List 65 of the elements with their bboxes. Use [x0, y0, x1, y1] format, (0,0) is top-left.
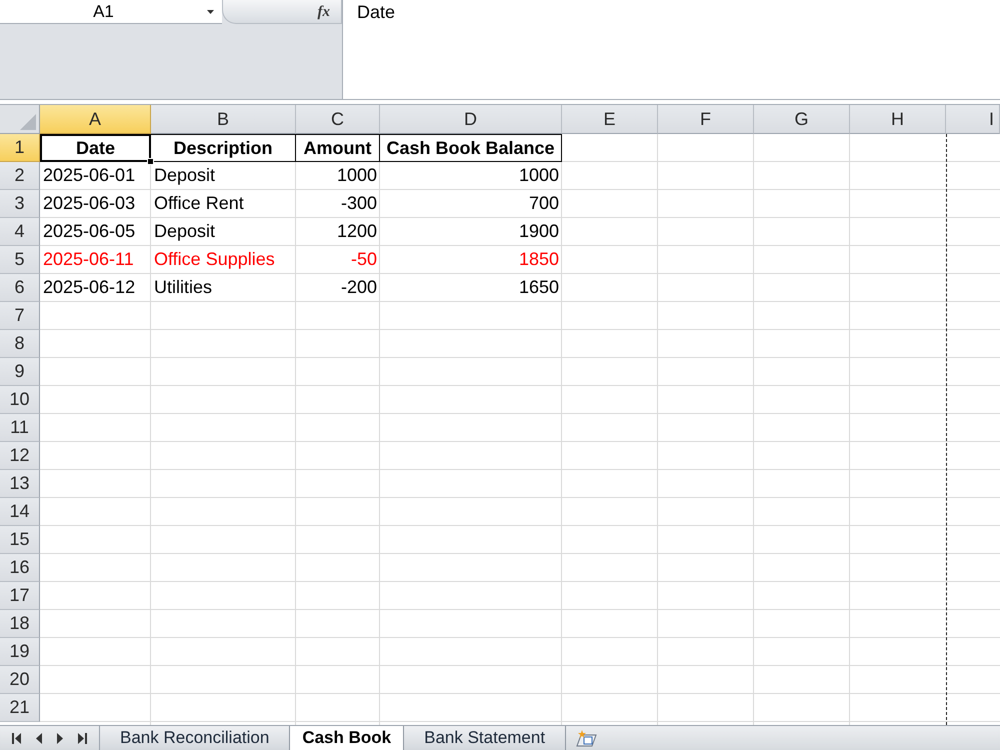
table-cell-text: 1900 [518, 220, 560, 243]
table-cell-text: -300 [340, 192, 378, 215]
column-header[interactable]: I [946, 105, 1000, 134]
column-header[interactable]: B [151, 105, 296, 134]
row-header[interactable]: 9 [0, 358, 40, 386]
row-header[interactable]: 3 [0, 190, 40, 218]
bar-triangle-left-icon[interactable] [12, 732, 21, 744]
table-cell-text: 700 [528, 192, 560, 215]
column-header[interactable]: C [296, 105, 380, 134]
row-header[interactable]: 4 [0, 218, 40, 246]
name-box-field[interactable]: A1 [0, 0, 222, 24]
table-cell-text: 2025-06-05 [42, 220, 136, 243]
row-header[interactable]: 11 [0, 414, 40, 442]
row-header[interactable]: 13 [0, 470, 40, 498]
column-header[interactable]: H [850, 105, 946, 134]
row-header[interactable]: 18 [0, 610, 40, 638]
insert-function-button[interactable]: fx [314, 2, 333, 22]
table-cell-text: -50 [350, 248, 378, 271]
sheet-tab[interactable]: Cash Book [290, 726, 404, 750]
row-header[interactable]: 20 [0, 666, 40, 694]
sheet-sparkle-icon[interactable] [574, 729, 598, 747]
row-header[interactable]: 7 [0, 302, 40, 330]
table-cell-text: 2025-06-01 [42, 164, 136, 187]
row-header[interactable]: 8 [0, 330, 40, 358]
table-cell-text: Office Rent [153, 192, 245, 215]
row-header[interactable]: 21 [0, 694, 40, 722]
column-heading: Cash Book Balance [380, 134, 562, 162]
triangle-left-icon[interactable] [36, 732, 42, 744]
table-cell-text: 1000 [336, 164, 378, 187]
triangle-icon [20, 114, 36, 130]
triangle-bar-right-icon[interactable] [78, 732, 88, 744]
table-cell-text: 1200 [336, 220, 378, 243]
table-cell-text: Deposit [153, 164, 216, 187]
caret-down-icon[interactable] [207, 10, 214, 14]
row-header[interactable]: 12 [0, 442, 40, 470]
row-header[interactable]: 15 [0, 526, 40, 554]
table-cell-text: 1650 [518, 276, 560, 299]
column-heading: Description [151, 134, 296, 162]
column-heading: Amount [296, 134, 380, 162]
table-cell-text: Deposit [153, 220, 216, 243]
triangle-right-icon[interactable] [57, 732, 64, 744]
row-header[interactable]: 19 [0, 638, 40, 666]
table-cell-text: 2025-06-12 [42, 276, 136, 299]
row-header[interactable]: 17 [0, 582, 40, 610]
table-cell-text: 1850 [518, 248, 560, 271]
row-header[interactable]: 10 [0, 386, 40, 414]
row-header[interactable]: 14 [0, 498, 40, 526]
row-header[interactable]: 6 [0, 274, 40, 302]
column-heading: Date [40, 134, 151, 162]
row-header[interactable]: 1 [0, 134, 40, 162]
table-cell-text: Utilities [153, 276, 214, 299]
table-cell-text: Office Supplies [153, 248, 276, 271]
table-cell-text: -200 [340, 276, 378, 299]
table-cell-text: 2025-06-11 [42, 248, 135, 271]
column-header[interactable]: G [754, 105, 850, 134]
column-header[interactable]: A [40, 105, 151, 134]
column-header[interactable]: F [658, 105, 754, 134]
row-header[interactable]: 5 [0, 246, 40, 274]
table-cell-text: 1000 [518, 164, 560, 187]
row-header[interactable]: 2 [0, 162, 40, 190]
column-header[interactable]: E [562, 105, 658, 134]
column-header[interactable]: D [380, 105, 562, 134]
fill-handle[interactable] [147, 158, 154, 165]
table-cell-text: 2025-06-03 [42, 192, 136, 215]
row-header[interactable]: 16 [0, 554, 40, 582]
